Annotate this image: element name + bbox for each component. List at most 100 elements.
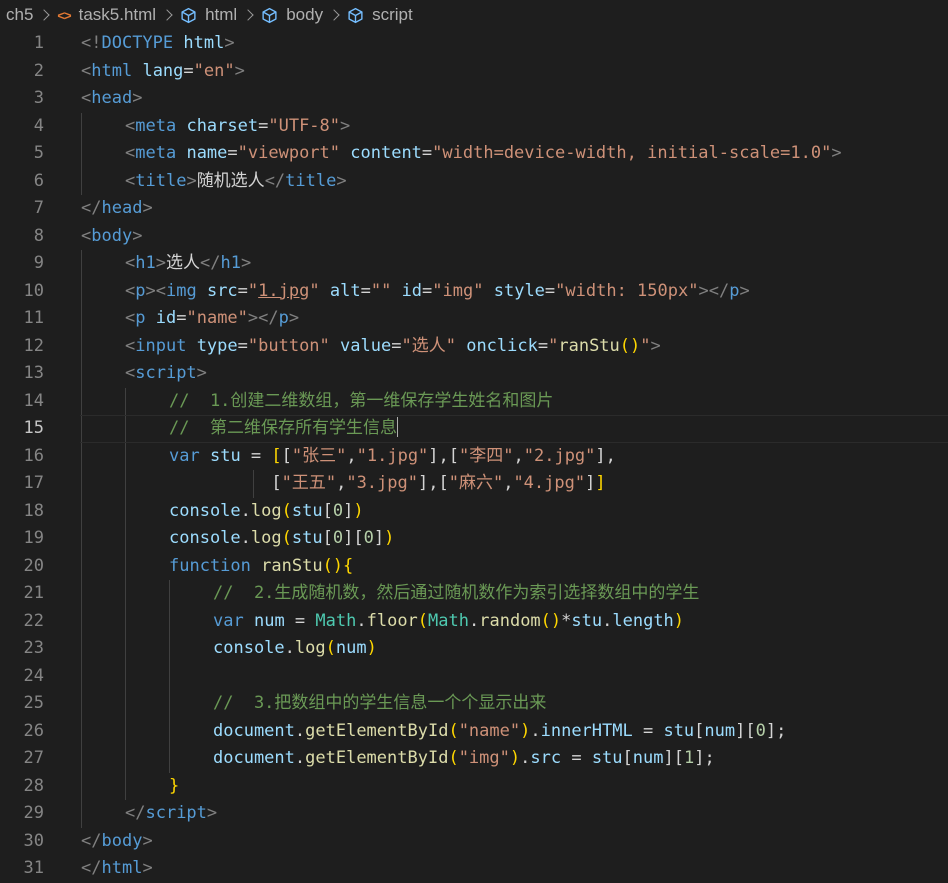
code-line[interactable]: 13 <script>	[0, 360, 948, 388]
code-token: 0	[332, 500, 344, 521]
code-line[interactable]: 3 <head>	[0, 85, 948, 113]
code-token: ][	[343, 528, 364, 548]
code-token: ],[	[417, 473, 449, 493]
code-token: getElementById	[305, 748, 449, 768]
code-token: ][	[663, 748, 684, 768]
indent-guide	[169, 607, 170, 635]
breadcrumb-file[interactable]: <> task5.html	[57, 5, 156, 25]
code-line[interactable]: 14 // 1.创建二维数组，第一维保存学生姓名和图片	[0, 387, 948, 415]
code-token: getElementById	[305, 720, 449, 741]
code-token: </	[199, 253, 221, 273]
code-line[interactable]: 9 <h1>选人</h1>	[0, 250, 948, 278]
code-line[interactable]: 22 var num = Math.floor(Math.random()*stu…	[0, 607, 948, 635]
code-text: </script>	[125, 800, 217, 828]
code-token: num	[632, 748, 664, 768]
code-line[interactable]: 20 function ranStu(){	[0, 552, 948, 580]
code-line[interactable]: 4 <meta charset="UTF-8">	[0, 112, 948, 140]
indent-guide	[81, 360, 82, 388]
breadcrumb-folder[interactable]: ch5	[6, 5, 33, 25]
code-token: [	[281, 445, 292, 466]
code-line[interactable]: 6 <title>随机选人</title>	[0, 167, 948, 195]
indent-guide	[81, 277, 82, 305]
code-line[interactable]: 25 // 3.把数组中的学生信息一个个显示出来	[0, 690, 948, 718]
code-line[interactable]: 17 ["王五","3.jpg"],["麻六","4.jpg"]]	[0, 470, 948, 498]
code-token: =	[422, 280, 433, 301]
text-cursor	[396, 417, 398, 437]
code-token: >	[234, 60, 245, 81]
indent-guide	[81, 305, 82, 333]
code-token: .	[469, 610, 480, 631]
code-line[interactable]: 5 <meta name="viewport" content="width=de…	[0, 140, 948, 168]
code-token: console	[213, 638, 285, 658]
code-line[interactable]: 26 document.getElementById("name").innerH…	[0, 717, 948, 745]
code-editor[interactable]: 1 <!DOCTYPE html> 2 <html lang="en"> 3 <head>…	[0, 30, 948, 883]
breadcrumb-symbol-body[interactable]: body	[261, 5, 323, 25]
indent-guide	[81, 662, 82, 690]
code-token: .	[294, 748, 306, 768]
indent-guide	[81, 745, 82, 773]
code-line[interactable]: 2 <html lang="en">	[0, 58, 948, 86]
code-line[interactable]: 18 console.log(stu[0])	[0, 497, 948, 525]
code-token: )	[509, 748, 521, 768]
code-line[interactable]: 19 console.log(stu[0][0])	[0, 525, 948, 553]
indent-guide	[81, 442, 82, 470]
code-token: ]	[373, 528, 385, 548]
code-text: <input type="button" value="选人" onclick=…	[125, 333, 661, 361]
code-line[interactable]: 31 </html>	[0, 855, 948, 883]
code-token: // 2.生成随机数，然后通过随机数作为索引选择数组中的学生	[213, 583, 700, 603]
code-line[interactable]: 29 </script>	[0, 800, 948, 828]
code-line[interactable]: 24	[0, 662, 948, 690]
code-token: [	[622, 748, 633, 768]
code-token: (	[448, 720, 459, 741]
code-token: >	[196, 363, 207, 383]
code-line[interactable]: 21 // 2.生成随机数，然后通过随机数作为索引选择数组中的学生	[0, 580, 948, 608]
code-token: content	[350, 143, 422, 163]
breadcrumb-symbol-label: script	[372, 5, 413, 24]
code-token: </	[81, 830, 102, 851]
code-token: Math	[428, 610, 469, 631]
indent-guide	[81, 415, 82, 443]
code-token: =	[421, 143, 433, 163]
code-token: 随机选人	[196, 170, 265, 191]
code-token: .	[284, 638, 295, 658]
code-token: ranStu	[558, 335, 620, 356]
code-line[interactable]: 23 console.log(num)	[0, 635, 948, 663]
code-token: ];	[765, 720, 787, 741]
breadcrumb-symbol-html[interactable]: html	[180, 5, 237, 25]
breadcrumb-symbol-script[interactable]: script	[347, 5, 413, 25]
code-token: =	[227, 143, 238, 163]
chevron-right-icon	[242, 9, 254, 21]
code-text: <script>	[125, 360, 207, 388]
code-line[interactable]: 7 </head>	[0, 195, 948, 223]
code-token: >	[831, 143, 842, 163]
code-line[interactable]: 16 var stu = [["张三","1.jpg"],["李四","2.jpg…	[0, 442, 948, 470]
code-line[interactable]: 1 <!DOCTYPE html>	[0, 30, 948, 58]
code-token: "4.jpg"	[513, 473, 586, 493]
line-number: 19	[23, 528, 44, 548]
code-line[interactable]: 15 // 第二维保存所有学生信息	[0, 415, 948, 443]
code-text: <head>	[81, 85, 142, 113]
code-token: ],[	[428, 445, 460, 466]
code-line[interactable]: 10 <p><img src="1.jpg" alt="" id="img" st…	[0, 277, 948, 305]
code-line[interactable]: 28}	[0, 772, 948, 800]
code-token: id	[155, 308, 177, 328]
code-token: "	[548, 335, 559, 356]
code-token: "张三"	[291, 445, 347, 466]
code-token: "width: 150px"	[555, 280, 699, 301]
code-line[interactable]: 8 <body>	[0, 223, 948, 251]
code-token: <	[125, 253, 136, 273]
code-token: 1.jpg	[258, 280, 310, 301]
code-line[interactable]: 30 </body>	[0, 828, 948, 856]
code-line[interactable]: 11 <p id="name"></p>	[0, 305, 948, 333]
code-token: =	[561, 748, 592, 768]
indent-guide	[169, 745, 170, 773]
code-token: h1	[220, 253, 241, 273]
code-line[interactable]: 27 document.getElementById("img").src = s…	[0, 745, 948, 773]
code-line[interactable]: 12 <input type="button" value="选人" onclic…	[0, 332, 948, 361]
line-number: 13	[23, 363, 44, 383]
code-token: ]	[585, 473, 596, 493]
